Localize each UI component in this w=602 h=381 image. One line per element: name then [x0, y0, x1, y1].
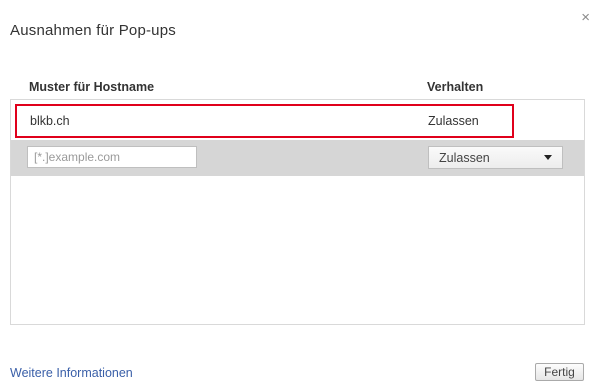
table-row[interactable]: blkb.ch Zulassen	[11, 104, 584, 140]
new-entry-row: Zulassen	[11, 140, 584, 176]
column-header-hostname: Muster für Hostname	[29, 80, 155, 94]
row-behavior: Zulassen	[428, 114, 479, 128]
dialog-title: Ausnahmen für Pop-ups	[10, 22, 176, 39]
row-hostname: blkb.ch	[30, 114, 70, 128]
behavior-select-value: Zulassen	[439, 151, 490, 165]
chevron-down-icon	[544, 155, 552, 160]
column-header-behavior: Verhalten	[427, 80, 484, 94]
exceptions-list: blkb.ch Zulassen Zulassen	[10, 99, 585, 325]
popup-exceptions-dialog: Ausnahmen für Pop-ups × Muster für Hostn…	[0, 0, 602, 381]
done-button[interactable]: Fertig	[535, 363, 584, 381]
hostname-pattern-input[interactable]	[27, 146, 197, 168]
behavior-select[interactable]: Zulassen	[428, 146, 563, 169]
close-icon[interactable]: ×	[581, 10, 590, 25]
more-info-link[interactable]: Weitere Informationen	[10, 367, 133, 380]
